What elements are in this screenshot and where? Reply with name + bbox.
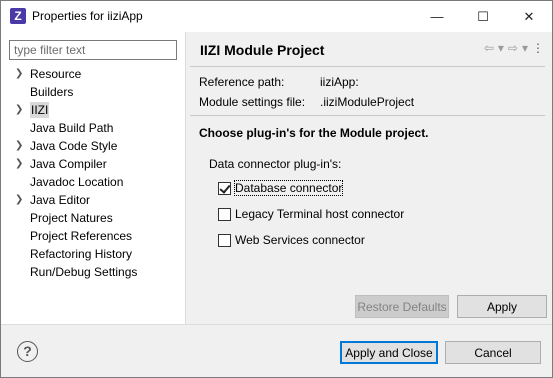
footer-divider <box>1 324 552 325</box>
sidebar-item-label: IIZI <box>30 102 50 118</box>
sidebar-item-project-natures[interactable]: Project Natures <box>1 209 185 227</box>
sidebar-item-java-editor[interactable]: ❯ Java Editor <box>1 191 185 209</box>
dropdown-icon[interactable]: ▾ <box>498 41 504 55</box>
reference-path-value: iiziApp: <box>320 75 359 89</box>
sidebar-item-iizi[interactable]: ❯ IIZI <box>1 101 185 119</box>
minimize-button[interactable]: — <box>414 1 460 32</box>
sidebar-item-java-compiler[interactable]: ❯ Java Compiler <box>1 155 185 173</box>
sidebar-item-project-references[interactable]: Project References <box>1 227 185 245</box>
minimize-icon: — <box>430 9 444 24</box>
module-settings-value: .iiziModuleProject <box>320 95 415 109</box>
cancel-button[interactable]: Cancel <box>445 341 541 364</box>
more-icon[interactable]: ⋮ <box>532 41 544 55</box>
header-divider <box>190 66 545 67</box>
apply-button[interactable]: Apply <box>457 295 547 318</box>
apply-and-close-button[interactable]: Apply and Close <box>340 341 438 364</box>
sidebar-item-label: Run/Debug Settings <box>30 265 138 279</box>
sidebar-item-label: Project Natures <box>30 211 113 225</box>
close-button[interactable]: ✕ <box>506 1 552 32</box>
database-connector-checkbox[interactable]: Database connector <box>218 179 344 197</box>
legacy-terminal-checkbox[interactable]: Legacy Terminal host connector <box>218 205 404 223</box>
group-label: Data connector plug-in's: <box>209 157 342 171</box>
window-title: Properties for iiziApp <box>32 9 143 23</box>
properties-dialog: Z Properties for iiziApp — ☐ ✕ ❯ Resourc… <box>0 0 553 378</box>
checkbox-unchecked-icon[interactable] <box>218 207 231 221</box>
sidebar-item-label: Refactoring History <box>30 247 133 261</box>
sidebar-item-resource[interactable]: ❯ Resource <box>1 65 185 83</box>
maximize-icon: ☐ <box>477 8 489 24</box>
close-icon: ✕ <box>523 8 535 24</box>
section-title: Choose plug-in's for the Module project. <box>199 126 429 140</box>
chevron-right-icon[interactable]: ❯ <box>15 65 23 83</box>
sidebar: ❯ Resource Builders ❯ IIZI Java Build Pa… <box>1 32 186 324</box>
sidebar-item-label: Java Build Path <box>30 121 114 135</box>
reference-path-label: Reference path: <box>199 75 285 89</box>
filter-input[interactable] <box>9 40 177 60</box>
sidebar-item-javadoc-location[interactable]: Javadoc Location <box>1 173 185 191</box>
sidebar-item-refactoring-history[interactable]: Refactoring History <box>1 245 185 263</box>
sidebar-item-label: Project References <box>30 229 133 243</box>
sidebar-item-label: Javadoc Location <box>30 175 124 189</box>
checkbox-label[interactable]: Database connector <box>233 180 344 196</box>
sidebar-item-builders[interactable]: Builders <box>1 83 185 101</box>
maximize-button[interactable]: ☐ <box>460 1 506 32</box>
dropdown-icon[interactable]: ▾ <box>522 41 528 55</box>
web-services-checkbox[interactable]: Web Services connector <box>218 231 365 249</box>
module-settings-label: Module settings file: <box>199 95 306 109</box>
property-page: IIZI Module Project ⇦ ▾ ⇨ ▾ ⋮ Reference … <box>187 32 552 324</box>
sidebar-item-label: Java Compiler <box>30 157 107 171</box>
back-arrow-icon[interactable]: ⇦ <box>484 41 494 55</box>
sidebar-item-run-debug-settings[interactable]: Run/Debug Settings <box>1 263 185 281</box>
sidebar-item-label: Java Editor <box>30 193 91 207</box>
sidebar-item-java-build-path[interactable]: Java Build Path <box>1 119 185 137</box>
page-title: IIZI Module Project <box>200 42 325 58</box>
checkbox-label[interactable]: Web Services connector <box>235 233 365 247</box>
sidebar-item-label: Builders <box>30 85 74 99</box>
sidebar-item-java-code-style[interactable]: ❯ Java Code Style <box>1 137 185 155</box>
property-tree: ❯ Resource Builders ❯ IIZI Java Build Pa… <box>1 65 185 281</box>
chevron-right-icon[interactable]: ❯ <box>15 101 23 119</box>
checkbox-unchecked-icon[interactable] <box>218 233 231 247</box>
sidebar-item-label: Resource <box>30 67 82 81</box>
restore-defaults-button[interactable]: Restore Defaults <box>355 295 449 318</box>
section-divider <box>190 115 545 116</box>
app-icon: Z <box>10 8 26 24</box>
chevron-right-icon[interactable]: ❯ <box>15 155 23 173</box>
chevron-right-icon[interactable]: ❯ <box>15 137 23 155</box>
help-icon[interactable]: ? <box>17 341 38 362</box>
checkbox-checked-icon[interactable] <box>218 181 231 195</box>
header-nav: ⇦ ▾ ⇨ ▾ ⋮ <box>484 41 544 55</box>
sidebar-item-label: Java Code Style <box>30 139 118 153</box>
forward-arrow-icon[interactable]: ⇨ <box>508 41 518 55</box>
chevron-right-icon[interactable]: ❯ <box>15 191 23 209</box>
title-bar[interactable]: Z Properties for iiziApp — ☐ ✕ <box>1 1 552 32</box>
page-header: IIZI Module Project ⇦ ▾ ⇨ ▾ ⋮ <box>187 32 552 68</box>
checkbox-label[interactable]: Legacy Terminal host connector <box>235 207 404 221</box>
